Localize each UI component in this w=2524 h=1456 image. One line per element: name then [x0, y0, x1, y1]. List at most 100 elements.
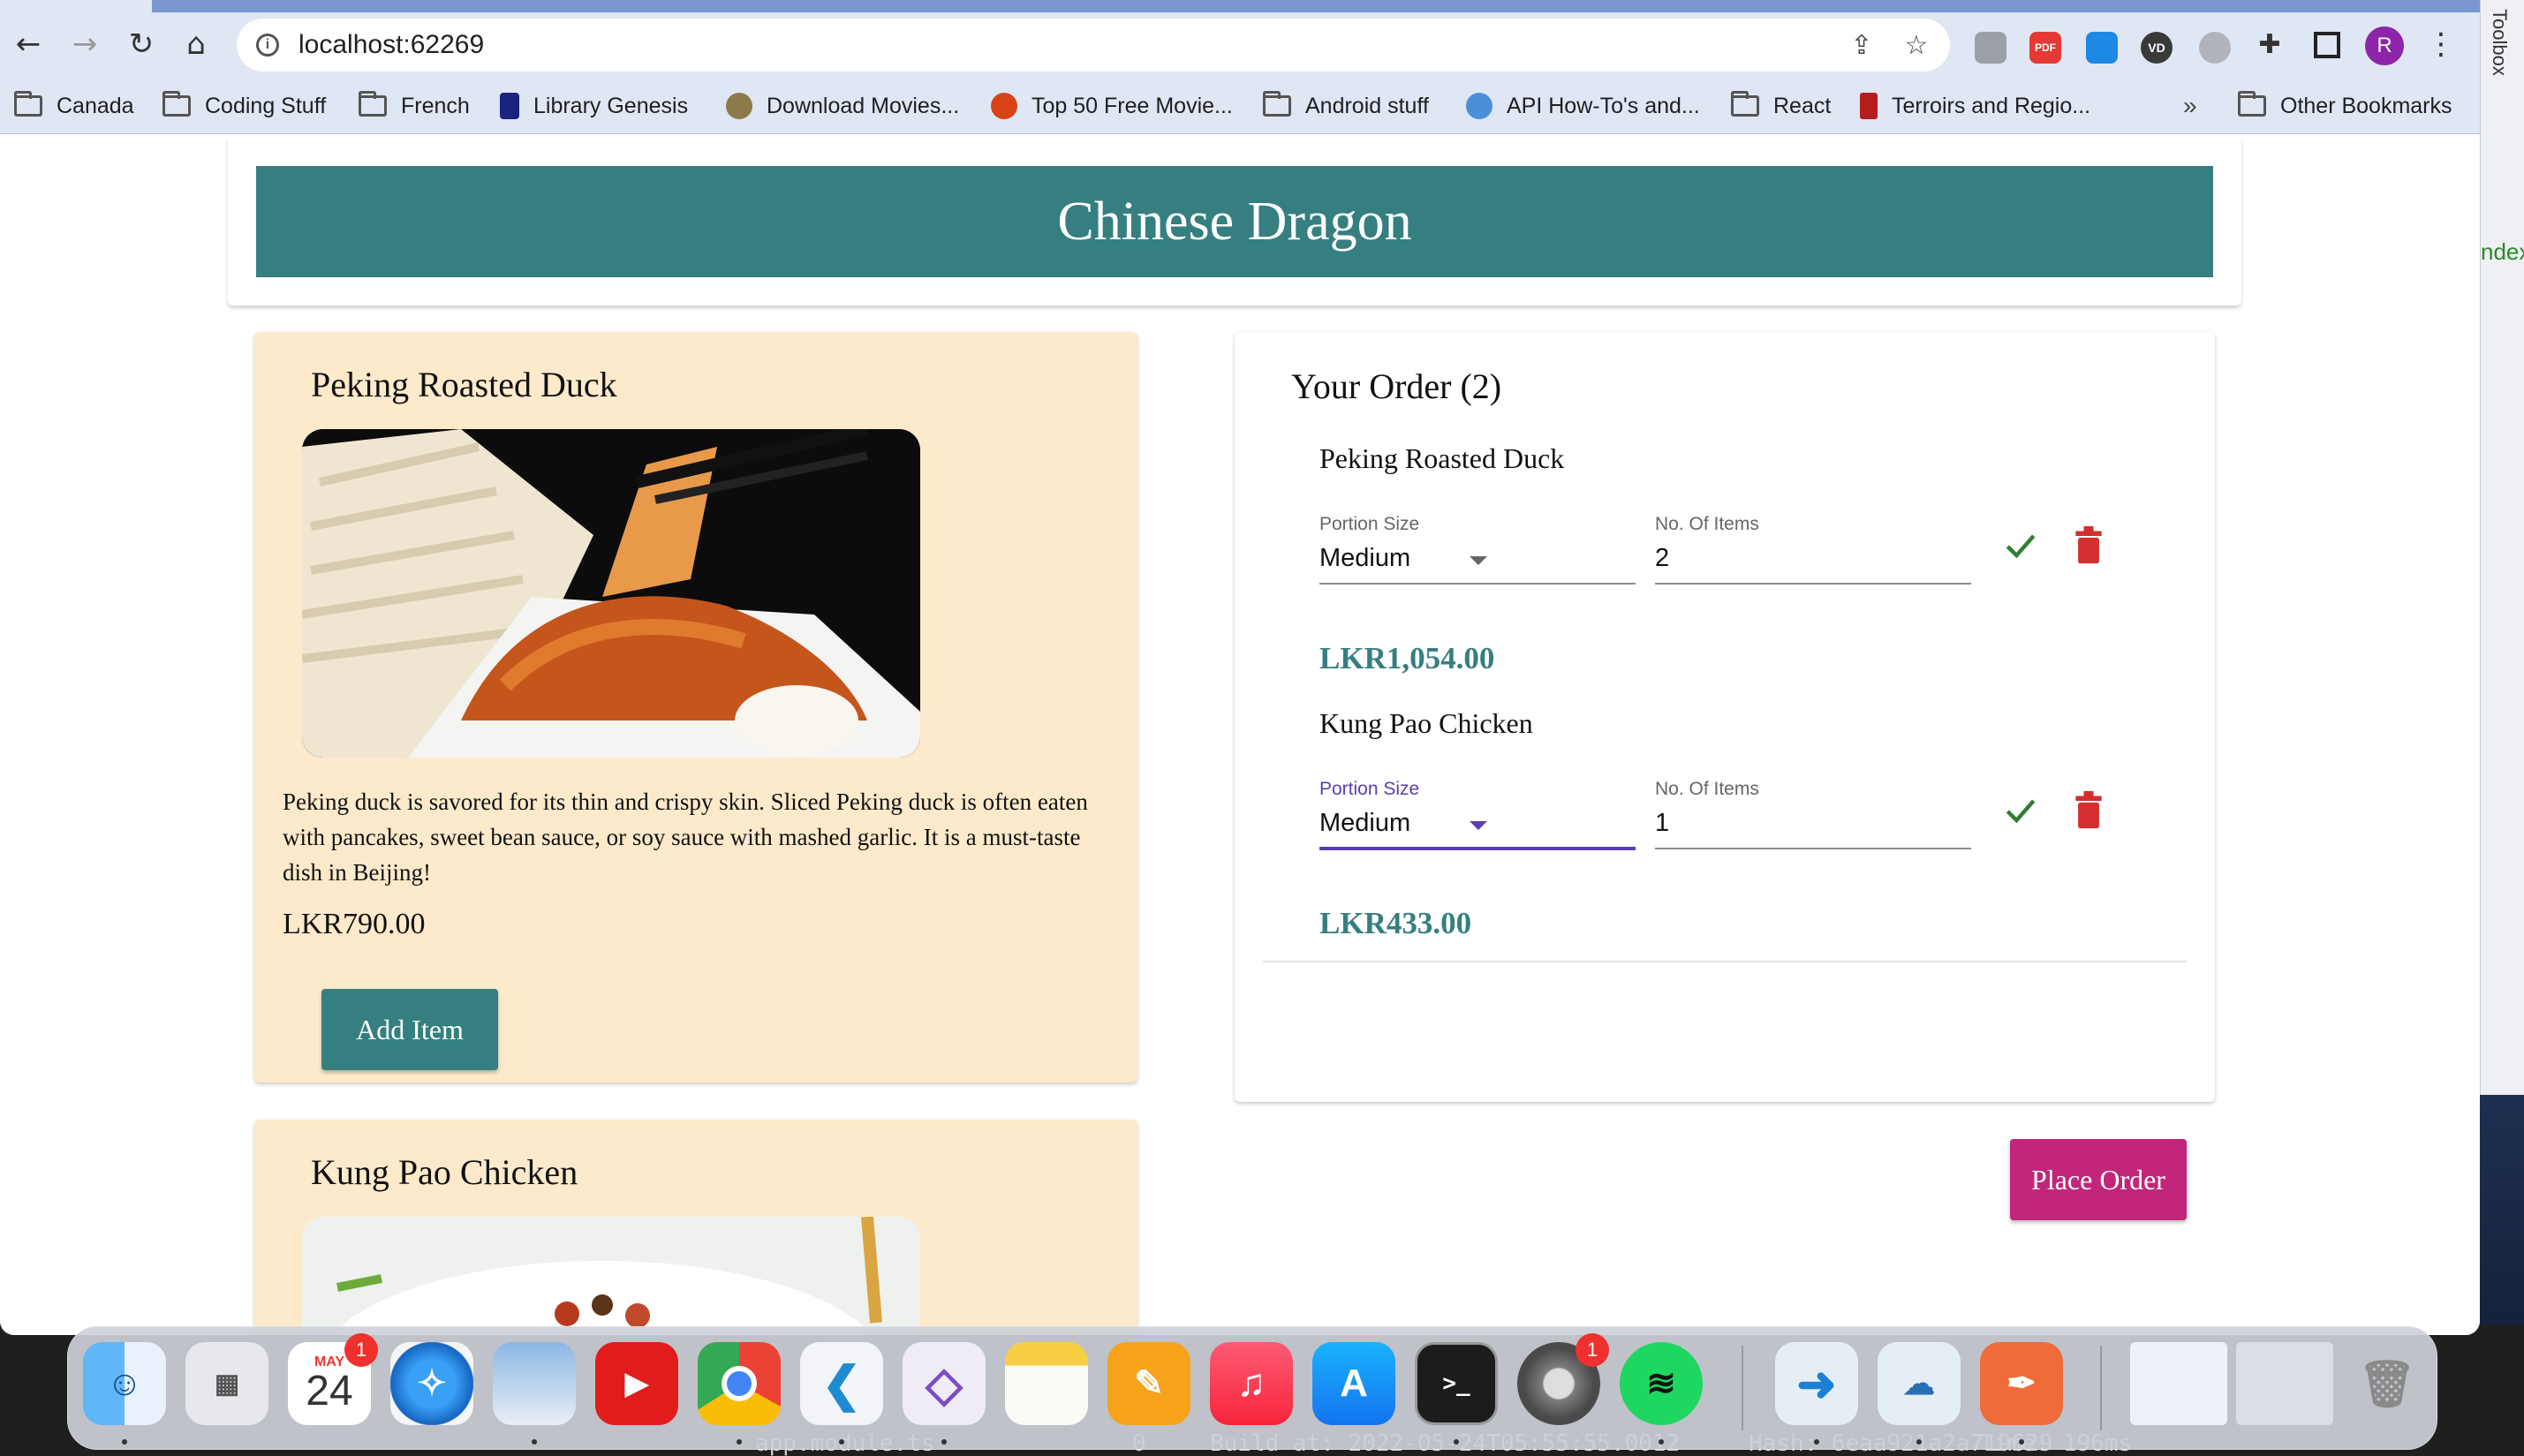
bookmark-download-movies[interactable]: Download Movies... [726, 88, 959, 124]
bookmark-label: Android stuff [1305, 93, 1429, 118]
portion-size-label: Portion Size [1319, 779, 1420, 799]
visual-studio-icon[interactable]: ◇ [903, 1342, 986, 1425]
app-store-icon[interactable]: A [1312, 1342, 1395, 1425]
gear-favicon-icon [1466, 93, 1492, 119]
spotify-icon[interactable]: ≋ [1620, 1342, 1703, 1425]
notes-icon[interactable] [1005, 1342, 1088, 1425]
terminal-icon[interactable]: >_ [1415, 1342, 1498, 1425]
bookmark-other-bookmarks[interactable]: Other Bookmarks [2238, 88, 2452, 124]
delete-trash-icon[interactable] [2074, 791, 2104, 830]
share-icon[interactable]: ⇪ [1842, 26, 1881, 64]
extension-cloud-icon[interactable] [2199, 32, 2231, 64]
forward-icon[interactable]: → [62, 21, 108, 67]
extension-shield-icon[interactable] [1975, 32, 2006, 64]
folder-icon [14, 91, 42, 117]
safari-icon[interactable]: ✧ [390, 1342, 473, 1425]
site-info-icon[interactable]: i [256, 34, 279, 57]
extension-screen-icon[interactable] [2086, 32, 2118, 64]
add-item-button[interactable]: Add Item [321, 989, 498, 1070]
window-thumbnail-document[interactable] [2236, 1342, 2333, 1425]
menu-item-description: Peking duck is savored for its thin and … [283, 788, 1088, 886]
portion-size-underline-focused [1319, 847, 1636, 850]
bookmark-top-50-free-movie[interactable]: Top 50 Free Movie... [991, 88, 1233, 124]
trash-icon[interactable]: 🗑 [2346, 1342, 2429, 1425]
running-indicator [1814, 1439, 1819, 1445]
running-indicator [122, 1439, 127, 1445]
vscode-icon[interactable]: ❮ [800, 1342, 883, 1425]
bookmark-coding-stuff[interactable]: Coding Stuff [162, 88, 326, 124]
folder-icon [359, 91, 387, 117]
extension-vd-icon[interactable]: VD [2141, 32, 2173, 64]
menu-item-name: Kung Pao Chicken [311, 1152, 578, 1192]
web-page: Chinese Dragon Peking Roasted Duck Pekin… [0, 134, 2480, 1335]
running-indicator [1916, 1439, 1922, 1445]
running-indicator [2019, 1439, 2024, 1445]
bookmark-library-genesis[interactable]: Library Genesis [500, 88, 688, 124]
profile-avatar[interactable]: R [2365, 26, 2404, 65]
bookmark-label: Terroirs and Regio... [1892, 93, 2091, 118]
music-icon[interactable]: ♫ [1210, 1342, 1293, 1425]
calendar-badge: 1 [344, 1333, 378, 1367]
qty-label: No. Of Items [1655, 779, 1759, 799]
place-order-button[interactable]: Place Order [2010, 1139, 2187, 1220]
home-icon[interactable]: ⌂ [173, 21, 219, 67]
eiffel-favicon-icon [1860, 93, 1878, 119]
confirm-check-icon[interactable] [2001, 526, 2040, 565]
order-item-name: Peking Roasted Duck [1319, 442, 1565, 474]
bookmark-terroirs[interactable]: Terroirs and Regio... [1860, 88, 2090, 124]
bookmark-label: Other Bookmarks [2280, 93, 2452, 118]
qty-input[interactable]: 2 [1655, 544, 1669, 573]
library-genesis-icon [500, 93, 519, 119]
bookmark-canada[interactable]: Canada [14, 88, 134, 124]
portion-size-select[interactable]: Medium [1319, 544, 1410, 573]
database-cloud-icon[interactable]: ☁ [1878, 1342, 1961, 1425]
bookmark-french[interactable]: French [359, 88, 470, 124]
running-indicator [737, 1439, 742, 1445]
bookmarks-overflow-button[interactable]: » [2183, 88, 2197, 124]
running-indicator [941, 1439, 947, 1445]
extension-pdf-icon[interactable]: PDF [2029, 32, 2061, 64]
delete-trash-icon[interactable] [2074, 526, 2104, 565]
chevron-down-icon[interactable] [1470, 821, 1487, 830]
browser-menu-icon[interactable]: ⋮ [2418, 21, 2464, 67]
order-item-total: LKR433.00 [1319, 906, 1472, 940]
back-icon[interactable]: ← [5, 21, 51, 67]
postman-icon[interactable]: ✒ [1980, 1342, 2063, 1425]
youtube-icon[interactable]: ▶ [595, 1342, 678, 1425]
bookmark-label: API How-To's and... [1507, 93, 1700, 118]
order-card: Your Order (2) Peking Roasted Duck Porti… [1235, 332, 2215, 1220]
folder-icon [2238, 91, 2266, 117]
migration-arrow-icon[interactable]: ➜ [1775, 1342, 1858, 1425]
confirm-check-icon[interactable] [2001, 791, 2040, 830]
active-tab[interactable] [0, 0, 152, 12]
chevron-down-icon[interactable] [1470, 556, 1487, 565]
order-title: Your Order (2) [1291, 366, 1502, 406]
bookmark-android-stuff[interactable]: Android stuff [1263, 88, 1429, 124]
pages-icon[interactable]: ✎ [1107, 1342, 1190, 1425]
reload-icon[interactable]: ↻ [118, 21, 164, 67]
address-bar[interactable]: i localhost:62269 ⇪ ☆ [237, 19, 1950, 72]
portion-size-underline [1319, 583, 1636, 585]
dock-separator [1742, 1346, 1743, 1430]
portion-size-select[interactable]: Medium [1319, 809, 1410, 838]
finder-icon[interactable]: ☺ [83, 1342, 166, 1425]
mask-favicon-icon [991, 93, 1017, 119]
kung-pao-chicken-image [302, 1217, 920, 1335]
bookmark-api-how-tos[interactable]: API How-To's and... [1466, 88, 1700, 124]
folder-icon [1731, 91, 1759, 117]
dock: ☺ ▦ MAY 24 1 ✧ ▶ ❮ ◇ ✎ ♫ A >_ 1 ≋ ➜ ☁ ✒ … [67, 1326, 2437, 1450]
url-text[interactable]: localhost:62269 [298, 30, 484, 60]
running-indicator [1454, 1439, 1459, 1445]
side-panel-icon[interactable] [2314, 32, 2340, 58]
window-thumbnail-browser[interactable] [2130, 1342, 2227, 1425]
bookmark-react[interactable]: React [1731, 88, 1831, 124]
bookmark-star-icon[interactable]: ☆ [1897, 26, 1936, 64]
chrome-icon[interactable] [698, 1342, 781, 1425]
toolbox-label[interactable]: Toolbox [2488, 9, 2511, 76]
launchpad-icon[interactable]: ▦ [185, 1342, 268, 1425]
extensions-puzzle-icon[interactable]: ✚ [2247, 21, 2293, 67]
chrome-center-icon [722, 1366, 757, 1401]
preview-icon[interactable] [493, 1342, 576, 1425]
qty-input[interactable]: 1 [1655, 809, 1669, 838]
header-card: Chinese Dragon [228, 138, 2241, 306]
